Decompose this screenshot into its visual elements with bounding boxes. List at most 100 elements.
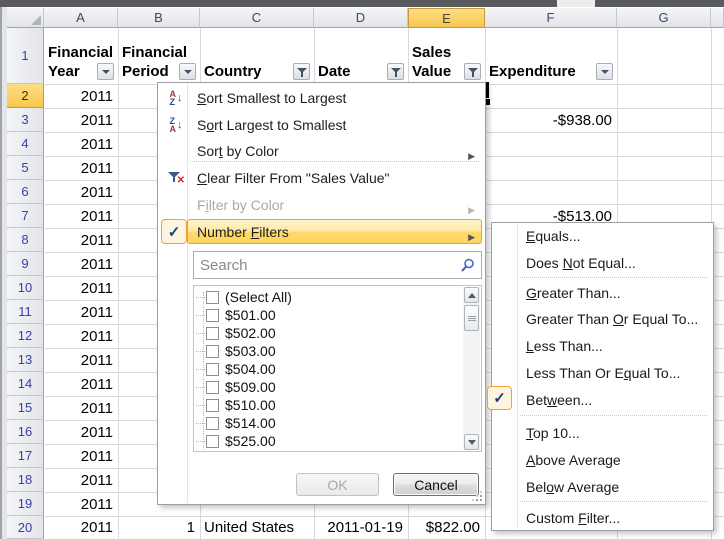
value-checkbox[interactable] (206, 309, 219, 322)
row-header-10[interactable]: 10 (7, 276, 44, 300)
scroll-up-button[interactable] (464, 287, 479, 303)
select-all-corner[interactable] (7, 8, 44, 28)
cell-D20[interactable]: 2011-01-19 (314, 516, 408, 539)
value-checkbox[interactable] (206, 291, 219, 304)
header-cell-B[interactable]: FinancialPeriod (118, 28, 200, 84)
value-checkbox[interactable] (206, 399, 219, 412)
search-input[interactable] (193, 251, 482, 279)
value-checkbox[interactable] (206, 381, 219, 394)
column-header-partial[interactable] (711, 8, 724, 28)
filter-funnel-button-D[interactable] (387, 63, 404, 80)
value-checkbox[interactable] (206, 435, 219, 448)
list-item-501-00[interactable]: $501.00 (196, 306, 461, 324)
list-item-525-00[interactable]: $525.00 (196, 432, 461, 450)
value-checkbox[interactable] (206, 327, 219, 340)
submenu-item-less-than[interactable]: Less Than... (494, 333, 711, 359)
cell-B20[interactable]: 1 (118, 516, 200, 539)
row-header-8[interactable]: 8 (7, 228, 44, 252)
header-cell-F[interactable]: Expenditure (485, 28, 617, 84)
cell-A5[interactable]: 2011 (44, 156, 118, 180)
list-item-503-00[interactable]: $503.00 (196, 342, 461, 360)
value-checkbox[interactable] (206, 363, 219, 376)
list-item-502-00[interactable]: $502.00 (196, 324, 461, 342)
cell-F3[interactable]: -$938.00 (485, 108, 617, 132)
cell-A3[interactable]: 2011 (44, 108, 118, 132)
menu-item-filter-by-color[interactable]: Filter by Color▶ (160, 192, 483, 218)
cell-A4[interactable]: 2011 (44, 132, 118, 156)
scrollbar-thumb[interactable] (464, 305, 479, 331)
header-cell-D[interactable]: Date (314, 28, 408, 84)
cell-E20[interactable]: $822.00 (408, 516, 485, 539)
submenu-item-greater-than[interactable]: Greater Than... (494, 280, 711, 306)
submenu-item-custom-filter[interactable]: Custom Filter... (494, 505, 711, 531)
menu-item-clear-filter-from-sales-value[interactable]: ✕Clear Filter From "Sales Value" (160, 165, 483, 191)
row-header-3[interactable]: 3 (7, 108, 44, 132)
row-header-1[interactable]: 1 (7, 28, 44, 84)
submenu-item-top-10[interactable]: Top 10... (494, 420, 711, 446)
cell-A8[interactable]: 2011 (44, 228, 118, 252)
cell-A18[interactable]: 2011 (44, 468, 118, 492)
submenu-item-below-average[interactable]: Below Average (494, 474, 711, 500)
row-header-12[interactable]: 12 (7, 324, 44, 348)
list-item-514-00[interactable]: $514.00 (196, 414, 461, 432)
filter-funnel-button-C[interactable] (293, 63, 310, 80)
row-header-14[interactable]: 14 (7, 372, 44, 396)
cell-A7[interactable]: 2011 (44, 204, 118, 228)
list-item-509-00[interactable]: $509.00 (196, 378, 461, 396)
column-header-G[interactable]: G (617, 8, 711, 28)
cell-A15[interactable]: 2011 (44, 396, 118, 420)
cell-A19[interactable]: 2011 (44, 492, 118, 516)
menu-item-sort-largest-to-smallest[interactable]: ZA↓Sort Largest to Smallest (160, 112, 483, 138)
cell-A20[interactable]: 2011 (44, 516, 118, 539)
cancel-button[interactable]: Cancel (393, 473, 479, 496)
list-item-select-all[interactable]: (Select All) (196, 288, 461, 306)
cell-A12[interactable]: 2011 (44, 324, 118, 348)
cell-A6[interactable]: 2011 (44, 180, 118, 204)
list-item-partial[interactable] (196, 450, 461, 452)
submenu-item-equals[interactable]: Equals... (494, 223, 711, 249)
list-item-510-00[interactable]: $510.00 (196, 396, 461, 414)
cell-A10[interactable]: 2011 (44, 276, 118, 300)
row-header-6[interactable]: 6 (7, 180, 44, 204)
cell-A14[interactable]: 2011 (44, 372, 118, 396)
row-header-19[interactable]: 19 (7, 492, 44, 516)
header-cell-E[interactable]: SalesValue (408, 28, 485, 84)
row-header-15[interactable]: 15 (7, 396, 44, 420)
submenu-item-between[interactable]: Between... (494, 387, 711, 413)
column-header-F[interactable]: F (485, 8, 617, 28)
submenu-item-above-average[interactable]: Above Average (494, 447, 711, 473)
resize-grip[interactable] (470, 489, 482, 501)
row-header-5[interactable]: 5 (7, 156, 44, 180)
cell-A13[interactable]: 2011 (44, 348, 118, 372)
row-header-2[interactable]: 2 (7, 84, 44, 108)
row-header-9[interactable]: 9 (7, 252, 44, 276)
menu-item-sort-smallest-to-largest[interactable]: AZ↓Sort Smallest to Largest (160, 85, 483, 111)
row-header-7[interactable]: 7 (7, 204, 44, 228)
value-checkbox[interactable] (206, 345, 219, 358)
cell-A16[interactable]: 2011 (44, 420, 118, 444)
submenu-item-does-not-equal[interactable]: Does Not Equal... (494, 250, 711, 276)
list-scrollbar[interactable] (463, 287, 480, 450)
cell-A2[interactable]: 2011 (44, 84, 118, 108)
ok-button[interactable]: OK (296, 473, 379, 496)
column-header-A[interactable]: A (44, 8, 118, 28)
submenu-item-greater-than-or-equal-to[interactable]: Greater Than Or Equal To... (494, 306, 711, 332)
row-header-11[interactable]: 11 (7, 300, 44, 324)
row-header-16[interactable]: 16 (7, 420, 44, 444)
header-cell-C[interactable]: Country (200, 28, 314, 84)
cell-A11[interactable]: 2011 (44, 300, 118, 324)
dropdown-arrow-button-F[interactable] (596, 63, 613, 80)
row-header-13[interactable]: 13 (7, 348, 44, 372)
cell-C20[interactable]: United States (200, 516, 314, 539)
cell-A9[interactable]: 2011 (44, 252, 118, 276)
dropdown-arrow-button-A[interactable] (97, 63, 114, 80)
row-header-20[interactable]: 20 (7, 516, 44, 539)
submenu-item-less-than-or-equal-to[interactable]: Less Than Or Equal To... (494, 360, 711, 386)
column-header-B[interactable]: B (118, 8, 200, 28)
row-header-18[interactable]: 18 (7, 468, 44, 492)
cell-A17[interactable]: 2011 (44, 444, 118, 468)
scroll-down-button[interactable] (464, 434, 479, 450)
list-item-504-00[interactable]: $504.00 (196, 360, 461, 378)
value-checkbox[interactable] (206, 417, 219, 430)
column-header-E[interactable]: E (408, 8, 485, 28)
